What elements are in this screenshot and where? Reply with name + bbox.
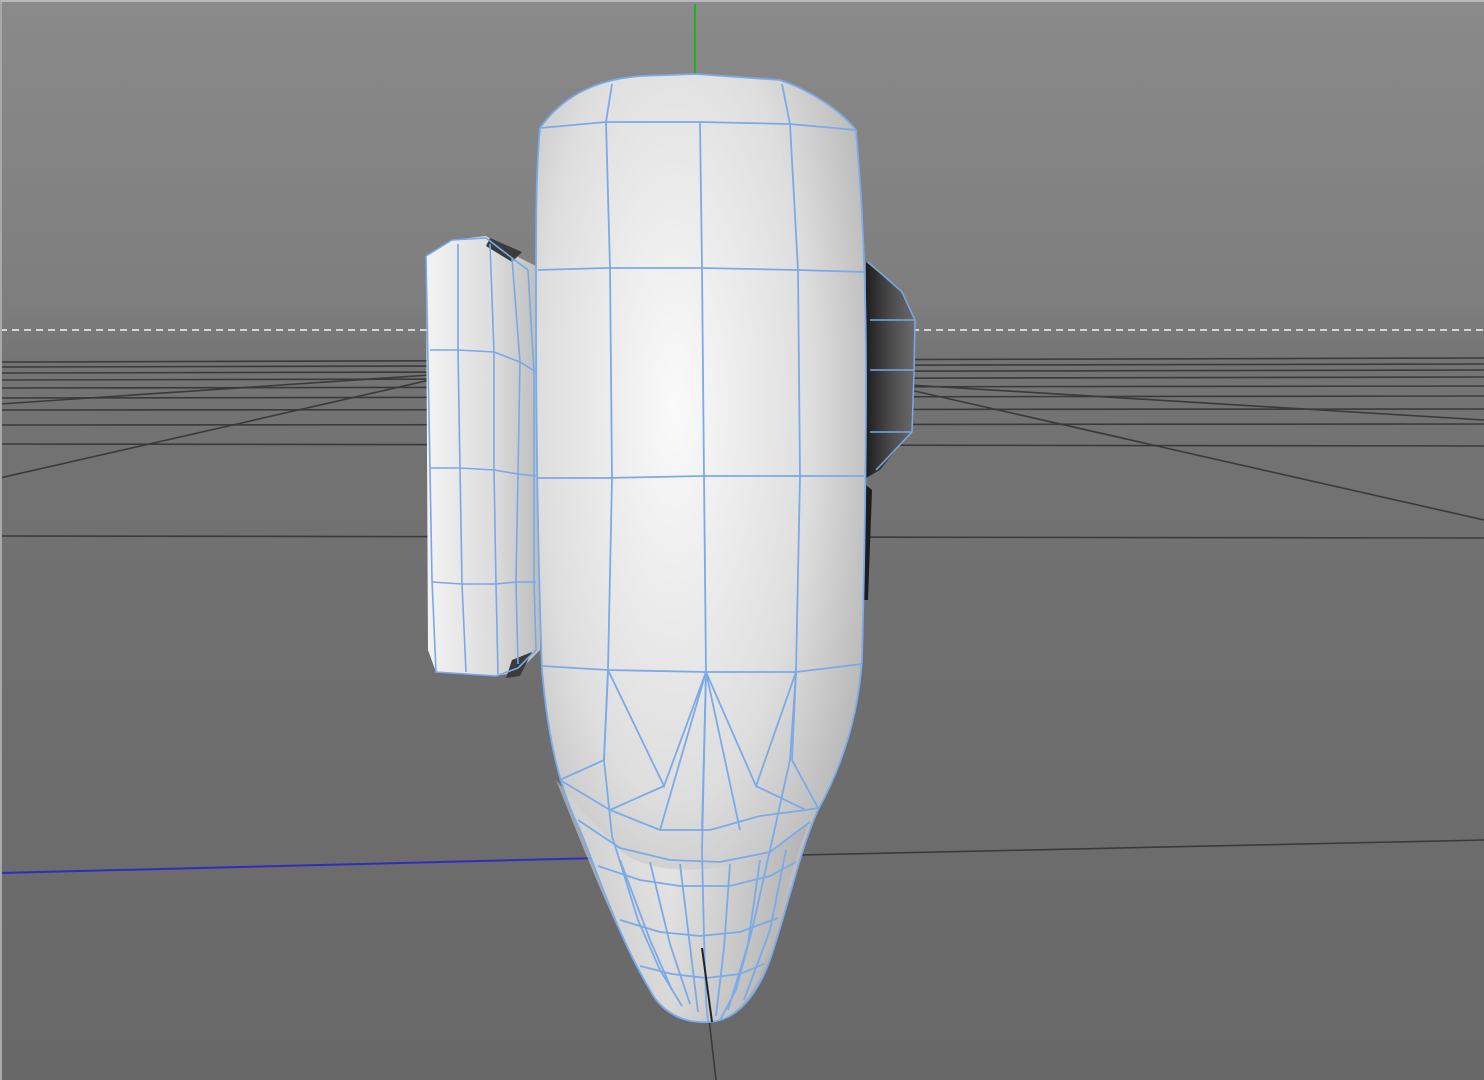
viewport-canvas[interactable] [0, 0, 1484, 1080]
3d-viewport[interactable] [0, 0, 1484, 1080]
left-side-part[interactable] [425, 236, 540, 678]
main-body-mesh[interactable] [535, 73, 867, 1023]
x-axis-line [0, 857, 601, 874]
